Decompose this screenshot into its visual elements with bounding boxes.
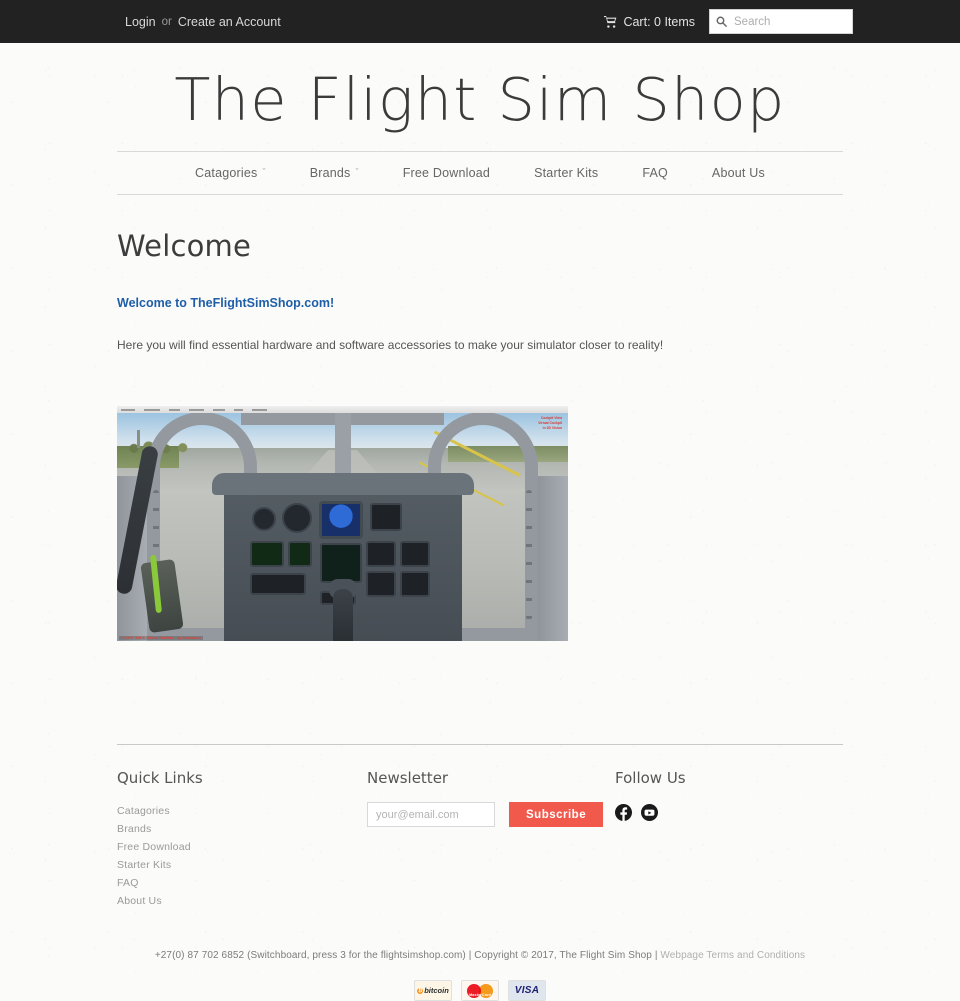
main-navigation: Catagories ˇ Brands ˇ Free Download Star…	[173, 166, 787, 180]
mfd-center	[319, 543, 362, 584]
nav-label: FAQ	[642, 165, 668, 180]
social-links	[615, 802, 843, 826]
search-icon	[716, 16, 727, 27]
newsletter-form: Subscribe	[367, 802, 615, 828]
top-utility-bar: Login or Create an Account Cart: 0 Items	[0, 0, 960, 43]
facebook-icon[interactable]	[615, 804, 632, 826]
bitcoin-mark: ₿	[417, 987, 424, 994]
instrument-panel	[211, 473, 474, 642]
chevron-down-icon: ˇ	[262, 166, 266, 177]
cart-label: Cart: 0 Items	[623, 14, 695, 29]
gauge-nav-display	[369, 503, 402, 532]
mastercard-icon: MasterCard	[461, 980, 499, 1001]
visa-icon: VISA	[508, 980, 546, 1001]
radio-stack	[249, 573, 306, 596]
nav-label: About Us	[711, 165, 765, 180]
top-bar-right-group: Cart: 0 Items	[604, 9, 853, 34]
mfd-left-upper	[249, 541, 284, 568]
cart-link[interactable]: Cart: 0 Items	[604, 15, 695, 29]
footer-link-starter-kits[interactable]: Starter Kits	[117, 856, 367, 874]
newsletter-email-input[interactable]	[367, 802, 495, 828]
copyright-line: +27(0) 87 702 6852 (Switchboard, press 3…	[0, 950, 960, 961]
footer-link-catagories[interactable]: Catagories	[117, 802, 367, 820]
nav-label: Brands	[309, 165, 351, 180]
control-stick	[332, 589, 353, 642]
mastercard-circles: MasterCard	[467, 983, 493, 998]
gauge-engine-2	[399, 541, 430, 568]
nav-label: Free Download	[402, 165, 491, 180]
intro-paragraph: Here you will find essential hardware an…	[117, 337, 664, 352]
page-bottom: +27(0) 87 702 6852 (Switchboard, press 3…	[0, 950, 960, 1001]
nav-item-free-download[interactable]: Free Download	[381, 166, 512, 180]
gauge-engine-1	[365, 541, 396, 568]
footer-link-about-us[interactable]: About Us	[117, 892, 367, 910]
subscribe-button[interactable]: Subscribe	[509, 802, 604, 828]
footer-link-free-download[interactable]: Free Download	[117, 838, 367, 856]
nav-item-about-us[interactable]: About Us	[690, 166, 787, 180]
gauge-airspeed	[251, 507, 276, 532]
main-content: Welcome Welcome to TheFlightSimShop.com!…	[117, 195, 843, 642]
sim-watermark-bottom-left: FLIGHT SIM X · Photo Realistic · by Simu…	[119, 636, 203, 641]
cockpit-screenshot-image: Cockpit View Virtual Cockpit in 3D Vision …	[117, 406, 568, 642]
footer-newsletter-column: Newsletter Subscribe	[367, 769, 615, 910]
canopy-center-bow	[334, 412, 351, 477]
account-links: Login or Create an Account	[125, 15, 281, 29]
cockpit-right-sidewall	[538, 476, 568, 642]
nav-label: Starter Kits	[534, 165, 599, 180]
sim-control-tower	[137, 430, 140, 449]
mastercard-label: MasterCard	[469, 992, 491, 997]
footer-link-faq[interactable]: FAQ	[117, 874, 367, 892]
footer-follow-column: Follow Us	[615, 769, 843, 910]
footer: Quick Links Catagories Brands Free Downl…	[117, 745, 843, 910]
chevron-down-icon: ˇ	[355, 166, 359, 177]
quick-links-title: Quick Links	[117, 769, 203, 788]
youtube-icon[interactable]	[641, 804, 658, 826]
search-box[interactable]	[709, 9, 853, 34]
terms-link[interactable]: Webpage Terms and Conditions	[660, 950, 805, 961]
nav-item-brands[interactable]: Brands ˇ	[288, 166, 381, 180]
page-title: Welcome	[117, 228, 252, 263]
newsletter-title: Newsletter	[367, 769, 449, 788]
login-link[interactable]: Login	[125, 15, 156, 29]
nav-item-faq[interactable]: FAQ	[620, 166, 690, 180]
shopping-cart-icon	[604, 15, 617, 28]
payment-methods: ₿ bitcoin MasterCard VISA	[0, 980, 960, 1001]
nav-item-starter-kits[interactable]: Starter Kits	[512, 166, 620, 180]
follow-us-title: Follow Us	[615, 769, 686, 788]
right-rail-fasteners	[526, 490, 532, 621]
brand-header: The Flight Sim Shop	[0, 43, 960, 139]
create-account-link[interactable]: Create an Account	[178, 15, 281, 29]
login-separator: or	[161, 15, 172, 28]
sim-watermark-top-right: Cockpit View Virtual Cockpit in 3D Vision	[538, 416, 562, 431]
main-navigation-bar: Catagories ˇ Brands ˇ Free Download Star…	[117, 150, 843, 195]
gauge-attitude-standby	[281, 503, 312, 534]
nav-label: Catagories	[195, 165, 258, 180]
glareshield	[211, 473, 474, 496]
welcome-lead-link[interactable]: Welcome to TheFlightSimShop.com!	[117, 296, 843, 310]
gauge-adi	[318, 501, 363, 540]
bitcoin-label: bitcoin	[424, 986, 449, 996]
bitcoin-icon: ₿ bitcoin	[414, 980, 452, 1001]
search-input[interactable]	[732, 14, 846, 29]
gauge-engine-3	[365, 571, 396, 598]
nav-item-catagories[interactable]: Catagories ˇ	[173, 166, 288, 180]
mfd-left-strip	[287, 541, 312, 568]
copyright-text: +27(0) 87 702 6852 (Switchboard, press 3…	[154, 950, 661, 962]
footer-link-brands[interactable]: Brands	[117, 820, 367, 838]
sim-menu-bar	[117, 406, 568, 414]
gauge-engine-4	[399, 571, 430, 598]
site-title[interactable]: The Flight Sim Shop	[0, 69, 960, 131]
footer-quick-links-column: Quick Links Catagories Brands Free Downl…	[117, 769, 367, 910]
